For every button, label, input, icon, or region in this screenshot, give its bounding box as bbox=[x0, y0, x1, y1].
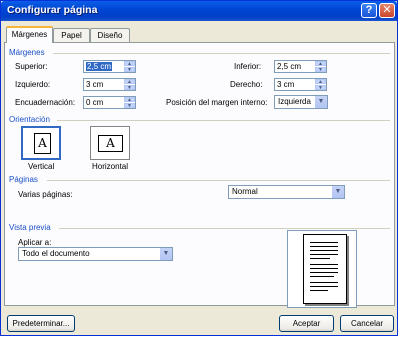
inferior-label: Inferior: bbox=[234, 62, 262, 71]
close-icon[interactable]: ✕ bbox=[379, 3, 395, 18]
landscape-page-icon: A bbox=[98, 135, 123, 152]
spin-down-icon[interactable]: ▼ bbox=[315, 85, 326, 91]
varias-paginas-label: Varias páginas: bbox=[18, 190, 73, 199]
encuadernacion-label: Encuadernación: bbox=[15, 98, 76, 107]
spin-up-icon[interactable]: ▲ bbox=[315, 61, 326, 67]
inferior-value: 2,5 cm bbox=[277, 62, 302, 71]
tab-diseno[interactable]: Diseño bbox=[90, 28, 130, 42]
posicion-dropdown[interactable]: Izquierda ▼ bbox=[274, 95, 328, 109]
posicion-value: Izquierda bbox=[278, 97, 311, 106]
posicion-label: Posición del margen interno: bbox=[166, 98, 268, 107]
spin-up-icon[interactable]: ▲ bbox=[124, 61, 135, 67]
spin-up-icon[interactable]: ▲ bbox=[315, 79, 326, 85]
accept-button[interactable]: Aceptar bbox=[279, 315, 334, 332]
dialog-title: Configurar página bbox=[7, 4, 98, 16]
preview-page-icon bbox=[303, 234, 347, 304]
spin-up-icon[interactable]: ▲ bbox=[124, 97, 135, 103]
vertical-label: Vertical bbox=[28, 162, 55, 171]
superior-spinner[interactable]: 2,5 cm ▲ ▼ bbox=[83, 60, 136, 73]
preview-heading: Vista previa bbox=[9, 223, 51, 232]
help-icon[interactable]: ? bbox=[361, 3, 377, 18]
spin-down-icon[interactable]: ▼ bbox=[124, 67, 135, 73]
encuadernacion-value: 0 cm bbox=[86, 98, 104, 107]
superior-value: 2,5 cm bbox=[86, 62, 113, 71]
inferior-spinner[interactable]: 2,5 cm ▲ ▼ bbox=[274, 60, 327, 73]
horizontal-label: Horizontal bbox=[92, 162, 129, 171]
tab-margenes[interactable]: Márgenes bbox=[6, 26, 53, 43]
chevron-down-icon[interactable]: ▼ bbox=[315, 96, 327, 108]
spin-up-icon[interactable]: ▲ bbox=[124, 79, 135, 85]
derecho-spinner[interactable]: 3 cm ▲ ▼ bbox=[274, 78, 327, 91]
orientation-divider bbox=[57, 120, 390, 121]
varias-paginas-value: Normal bbox=[232, 187, 258, 196]
superior-label: Superior: bbox=[15, 62, 48, 71]
izquierdo-spinner[interactable]: 3 cm ▲ ▼ bbox=[83, 78, 136, 91]
chevron-down-icon[interactable]: ▼ bbox=[332, 186, 344, 198]
portrait-page-icon: A bbox=[34, 133, 51, 154]
aplicar-dropdown[interactable]: Todo el documento ▼ bbox=[18, 247, 173, 261]
orientation-heading: Orientación bbox=[9, 115, 50, 124]
varias-paginas-dropdown[interactable]: Normal ▼ bbox=[228, 185, 345, 199]
cancel-button[interactable]: Cancelar bbox=[340, 315, 394, 332]
tab-papel[interactable]: Papel bbox=[53, 28, 90, 42]
pages-divider bbox=[47, 180, 390, 181]
aplicar-label: Aplicar a: bbox=[18, 238, 52, 247]
default-button[interactable]: Predeterminar... bbox=[7, 315, 75, 332]
margins-heading: Márgenes bbox=[9, 48, 45, 57]
spin-down-icon[interactable]: ▼ bbox=[124, 103, 135, 109]
orientation-horizontal-option[interactable]: A bbox=[90, 126, 130, 160]
chevron-down-icon[interactable]: ▼ bbox=[160, 248, 172, 260]
aplicar-value: Todo el documento bbox=[22, 249, 90, 258]
page-setup-dialog: Configurar página ? ✕ Márgenes Papel Dis… bbox=[0, 0, 398, 336]
izquierdo-value: 3 cm bbox=[86, 80, 104, 89]
orientation-vertical-option[interactable]: A bbox=[21, 126, 61, 160]
titlebar[interactable]: Configurar página ? ✕ bbox=[1, 1, 397, 21]
derecho-label: Derecho: bbox=[230, 80, 263, 89]
derecho-value: 3 cm bbox=[277, 80, 295, 89]
spin-down-icon[interactable]: ▼ bbox=[124, 85, 135, 91]
izquierdo-label: Izquierdo: bbox=[15, 80, 51, 89]
margins-divider bbox=[53, 53, 390, 54]
pages-heading: Páginas bbox=[9, 175, 38, 184]
encuadernacion-spinner[interactable]: 0 cm ▲ ▼ bbox=[83, 96, 136, 109]
preview-divider bbox=[59, 228, 390, 229]
spin-down-icon[interactable]: ▼ bbox=[315, 67, 326, 73]
page-preview bbox=[287, 230, 357, 308]
